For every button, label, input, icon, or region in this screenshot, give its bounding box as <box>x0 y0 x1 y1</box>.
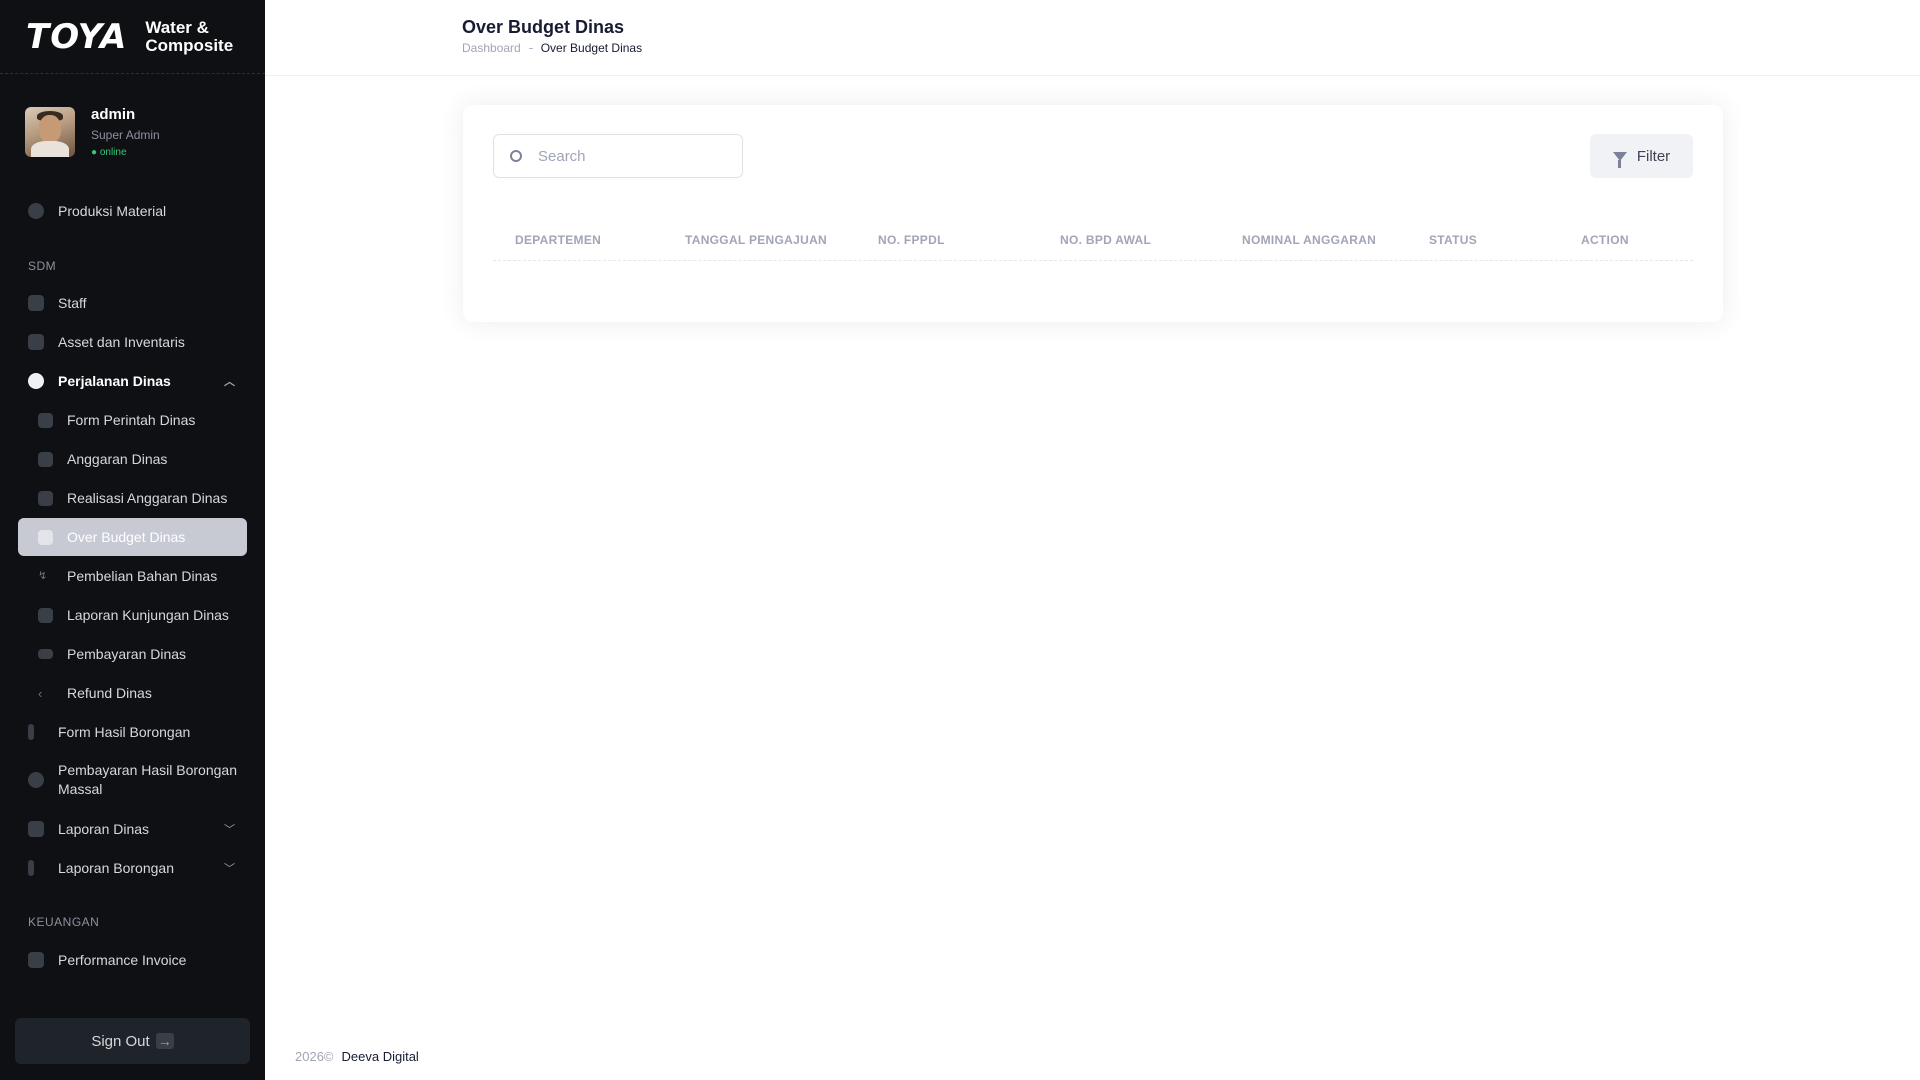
sidebar-item-laporan-borongan[interactable]: Laporan Borongan ﹀ <box>18 849 247 887</box>
breadcrumb-home[interactable]: Dashboard <box>462 41 521 55</box>
sign-out-button[interactable]: Sign Out → <box>15 1018 250 1064</box>
sidebar-item-refund-dinas[interactable]: ‹ Refund Dinas <box>18 674 247 712</box>
document-icon <box>28 952 44 968</box>
camera-icon <box>38 649 53 659</box>
search-input[interactable] <box>538 147 708 165</box>
footer-company-link[interactable]: Deeva Digital <box>342 1049 419 1064</box>
sidebar-item-laporan-dinas[interactable]: Laporan Dinas ﹀ <box>18 810 247 848</box>
chart-icon <box>38 529 53 545</box>
column-header-nominal-anggaran[interactable]: NOMINAL ANGGARAN <box>1242 233 1376 247</box>
sidebar-item-realisasi-anggaran-dinas[interactable]: Realisasi Anggaran Dinas <box>18 479 247 517</box>
sidebar: TOYA Water & Composite admin Super Admin… <box>0 0 265 1080</box>
sidebar-item-pembelian-bahan-dinas[interactable]: ↯ Pembelian Bahan Dinas <box>18 557 247 595</box>
page-title: Over Budget Dinas <box>462 17 625 37</box>
sidebar-item-asset[interactable]: Asset dan Inventaris <box>18 323 247 361</box>
content-card: Filter DEPARTEMEN TANGGAL PENGAJUAN NO. … <box>463 105 1723 322</box>
sidebar-item-laporan-kunjungan-dinas[interactable]: Laporan Kunjungan Dinas <box>18 596 247 634</box>
filter-icon <box>1612 151 1627 168</box>
search-icon <box>510 150 522 162</box>
section-label-sdm: SDM <box>28 259 57 273</box>
column-header-status[interactable]: STATUS <box>1429 233 1477 247</box>
sidebar-item-over-budget-dinas[interactable]: Over Budget Dinas <box>18 518 247 556</box>
sidebar-item-anggaran-dinas[interactable]: Anggaran Dinas <box>18 440 247 478</box>
user-profile: admin Super Admin ● online <box>0 74 265 170</box>
sidebar-item-produksi-material[interactable]: Produksi Material <box>18 192 247 230</box>
circle-icon <box>28 203 44 219</box>
user-icon <box>28 295 44 311</box>
breadcrumb: Dashboard Over Budget Dinas <box>462 41 642 55</box>
bar-chart-icon <box>28 860 34 876</box>
column-header-no-fppdl[interactable]: NO. FPPDL <box>878 233 945 247</box>
briefcase-icon <box>38 412 53 428</box>
sidebar-item-form-hasil-borongan[interactable]: Form Hasil Borongan <box>18 713 247 751</box>
sidebar-item-perjalanan-dinas[interactable]: Perjalanan Dinas ︿ <box>18 362 247 400</box>
section-label-keuangan: KEUANGAN <box>28 915 100 929</box>
briefcase-icon <box>38 490 53 506</box>
brand-logo: TOYA <box>26 16 128 57</box>
sidebar-item-pembayaran-hasil-borongan-massal[interactable]: Pembayaran Hasil Borongan Massal <box>18 755 247 805</box>
layers-icon <box>28 334 44 350</box>
breadcrumb-current: Over Budget Dinas <box>540 41 643 55</box>
chevron-up-icon: ︿ <box>224 376 235 388</box>
edit-icon <box>38 607 53 623</box>
bar-chart-icon <box>28 724 34 740</box>
calendar-icon <box>38 451 53 467</box>
column-header-no-bpd-awal[interactable]: NO. BPD AWAL <box>1060 233 1151 247</box>
sidebar-item-performance-invoice[interactable]: Performance Invoice <box>18 941 247 979</box>
brand[interactable]: TOYA Water & Composite <box>0 0 265 74</box>
sidebar-item-form-perintah-dinas[interactable]: Form Perintah Dinas <box>18 401 247 439</box>
briefcase-icon <box>28 373 44 389</box>
sign-out-icon: → <box>155 1033 174 1049</box>
avatar[interactable] <box>25 107 75 157</box>
column-header-departemen[interactable]: DEPARTEMEN <box>515 233 601 247</box>
breadcrumb-separator <box>528 47 533 49</box>
column-header-action[interactable]: ACTION <box>1581 233 1629 247</box>
sidebar-item-staff[interactable]: Staff <box>18 284 247 322</box>
briefcase-icon <box>28 821 44 837</box>
data-table: DEPARTEMEN TANGGAL PENGAJUAN NO. FPPDL N… <box>493 221 1693 261</box>
brand-name: Water & Composite <box>145 17 234 55</box>
search-box[interactable] <box>493 134 743 178</box>
bolt-icon: ↯ <box>38 569 48 582</box>
sidebar-item-pembayaran-dinas[interactable]: Pembayaran Dinas <box>18 635 247 673</box>
chevron-left-icon: ‹ <box>38 685 43 701</box>
user-name: admin <box>91 106 136 123</box>
filter-button[interactable]: Filter <box>1590 134 1693 178</box>
user-status: ● online <box>91 147 127 158</box>
user-role: Super Admin <box>91 128 160 142</box>
chevron-down-icon: ﹀ <box>224 863 235 875</box>
dollar-icon <box>28 772 44 788</box>
footer-year: 2026© <box>295 1049 334 1064</box>
footer: 2026© Deeva Digital <box>295 1049 419 1064</box>
page-header: Over Budget Dinas Dashboard Over Budget … <box>265 0 1920 76</box>
table-header-row: DEPARTEMEN TANGGAL PENGAJUAN NO. FPPDL N… <box>493 221 1693 261</box>
column-header-tanggal-pengajuan[interactable]: TANGGAL PENGAJUAN <box>685 233 827 247</box>
chevron-down-icon: ﹀ <box>224 824 235 836</box>
